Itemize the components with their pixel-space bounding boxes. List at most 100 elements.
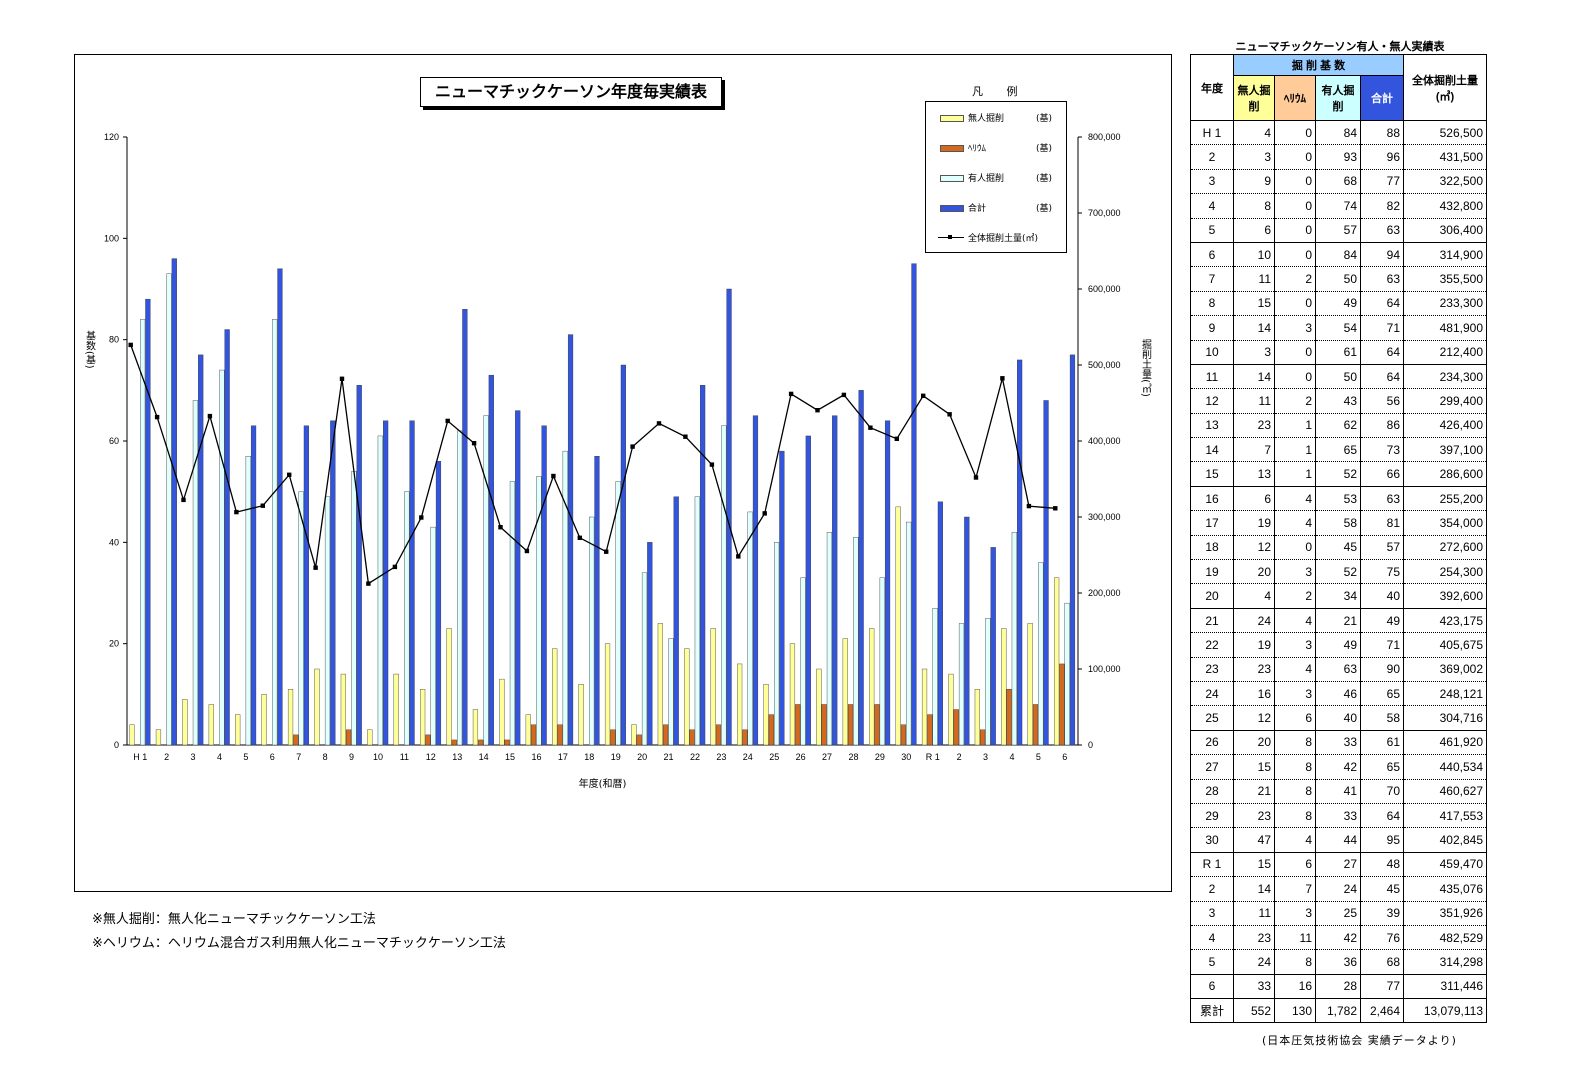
value-cell: 50: [1315, 266, 1361, 292]
bar-unmanned: [155, 729, 162, 746]
year-cell: 15: [1190, 461, 1234, 487]
table-row: 13 23 1 62 86 426,400: [1190, 413, 1487, 439]
value-cell: 314,900: [1403, 242, 1487, 268]
value-cell: 23: [1233, 925, 1275, 951]
table-row: 25 12 6 40 58 304,716: [1190, 705, 1487, 731]
bar-total: [567, 334, 574, 746]
value-cell: 57: [1360, 535, 1404, 561]
bar-manned: [906, 521, 912, 746]
bar-helium: [874, 704, 880, 746]
value-cell: 11: [1233, 388, 1275, 414]
value-cell: 25: [1315, 901, 1361, 926]
value-cell: 14: [1233, 315, 1275, 341]
value-cell: 15: [1233, 754, 1275, 780]
value-cell: 77: [1360, 974, 1404, 1000]
year-cell: 3: [1190, 901, 1234, 926]
year-cell: 17: [1190, 510, 1234, 536]
year-cell: 6: [1190, 242, 1234, 268]
bar-manned: [219, 369, 225, 746]
value-cell: 8: [1274, 730, 1316, 756]
table-row: 22 19 3 49 71 405,675: [1190, 632, 1487, 658]
volume-point: [815, 408, 820, 413]
table-row: 11 14 0 50 64 234,300: [1190, 364, 1487, 390]
x-tick-label: 3: [191, 752, 196, 762]
bar-total: [330, 420, 336, 746]
year-cell: 22: [1190, 632, 1234, 658]
value-cell: 286,600: [1403, 461, 1487, 487]
total-cell: 552: [1233, 998, 1275, 1024]
table-row: 27 15 8 42 65 440,534: [1190, 754, 1487, 780]
table-row: 12 11 2 43 56 299,400: [1190, 388, 1487, 414]
value-cell: 36: [1315, 949, 1361, 975]
bar-helium: [900, 724, 906, 746]
bar-total: [515, 410, 521, 746]
bar-total: [964, 516, 970, 746]
y-tick-label: 120: [104, 132, 119, 142]
table-row: 14 7 1 65 73 397,100: [1190, 437, 1487, 463]
bar-unmanned: [684, 648, 690, 746]
table-row: 15 13 1 52 66 286,600: [1190, 461, 1487, 487]
value-cell: 3: [1274, 632, 1316, 658]
value-cell: 52: [1315, 559, 1361, 585]
value-cell: 40: [1360, 583, 1404, 609]
bar-helium: [346, 729, 352, 746]
table-row: 3 11 3 25 39 351,926: [1190, 901, 1487, 926]
table-row: 28 21 8 41 70 460,627: [1190, 779, 1487, 804]
bar-manned: [272, 319, 278, 746]
note-unmanned: ※無人掘削：無人化ニューマチックケーソン工法: [92, 912, 376, 927]
legend-label: 無人掘削: [968, 114, 1005, 124]
value-cell: 19: [1233, 632, 1275, 658]
value-cell: 4: [1233, 583, 1275, 609]
table-row: 17 19 4 58 81 354,000: [1190, 510, 1487, 536]
value-cell: 63: [1360, 266, 1404, 292]
x-tick-label: 5: [1036, 752, 1041, 762]
bar-manned: [562, 450, 568, 746]
value-cell: 68: [1360, 949, 1404, 975]
bar-unmanned: [578, 684, 584, 746]
bar-helium: [980, 729, 986, 746]
volume-point: [1026, 503, 1032, 509]
bar-manned: [1038, 562, 1044, 746]
legend-title: 凡 例: [972, 85, 1028, 98]
x-tick-label: 3: [983, 752, 988, 762]
bar-unmanned: [604, 643, 611, 746]
value-cell: 33: [1315, 730, 1361, 756]
value-cell: 435,076: [1403, 876, 1487, 902]
value-cell: 63: [1360, 486, 1404, 512]
year-cell: 12: [1190, 388, 1234, 414]
value-cell: 4: [1274, 827, 1316, 853]
x-tick-label: 11: [400, 752, 409, 762]
bar-helium: [663, 724, 669, 746]
y-tick-label: 100: [104, 233, 119, 243]
total-cell: 130: [1274, 998, 1316, 1024]
value-cell: 64: [1360, 340, 1404, 365]
bar-total: [250, 425, 257, 746]
value-cell: 417,553: [1403, 803, 1487, 829]
y2-tick-label: 800,000: [1088, 132, 1121, 142]
value-cell: 212,400: [1403, 340, 1487, 365]
bar-manned: [694, 496, 700, 746]
table-row: 21 24 4 21 49 423,175: [1190, 608, 1487, 634]
bar-manned: [1064, 602, 1070, 746]
volume-point: [630, 444, 635, 449]
year-cell: 24: [1190, 681, 1234, 707]
bar-helium: [478, 739, 484, 746]
value-cell: 6: [1274, 705, 1316, 731]
value-cell: 0: [1274, 169, 1316, 195]
value-cell: 20: [1233, 730, 1275, 756]
total-cell: 1,782: [1315, 998, 1361, 1024]
table-row: 3 9 0 68 77 322,500: [1190, 169, 1487, 195]
year-cell: 7: [1190, 266, 1234, 292]
notes: ※無人掘削：無人化ニューマチックケーソン工法 ※ヘリウム：ヘリウム混合ガス利用無…: [92, 908, 506, 956]
year-cell: 19: [1190, 559, 1234, 585]
bar-unmanned: [499, 678, 505, 746]
value-cell: 21: [1315, 608, 1361, 634]
x-tick-label: 30: [901, 752, 911, 762]
bar-manned: [985, 618, 991, 746]
volume-point: [921, 393, 926, 398]
x-tick-label: 21: [664, 752, 674, 762]
bar-helium: [927, 714, 933, 746]
value-cell: 63: [1315, 657, 1361, 682]
value-cell: 42: [1315, 754, 1361, 780]
value-cell: 351,926: [1403, 901, 1487, 926]
